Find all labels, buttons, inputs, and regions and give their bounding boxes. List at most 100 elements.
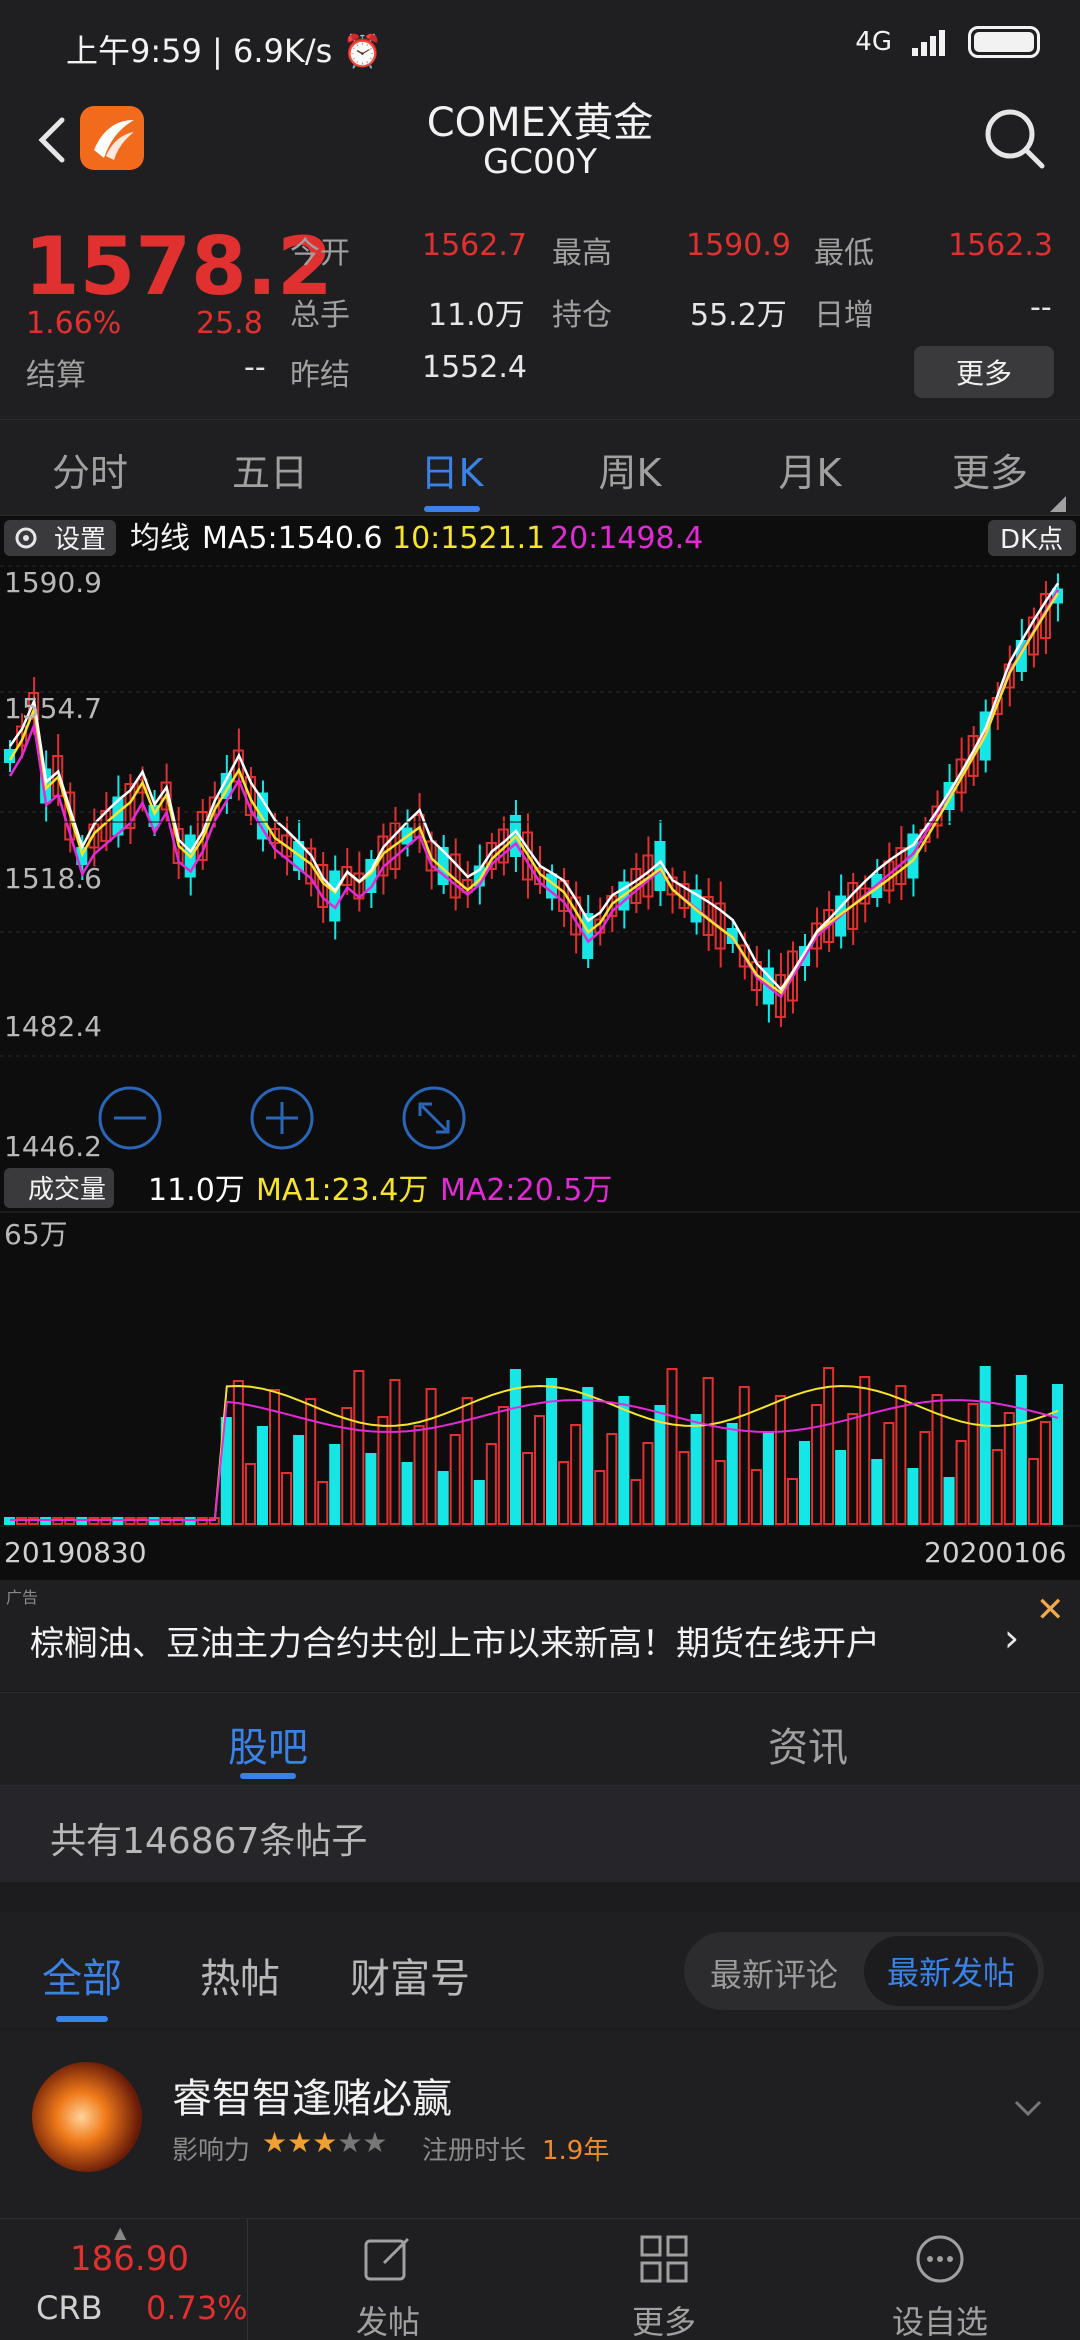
daily-increase-value: --: [1030, 290, 1052, 325]
prev-settle-label: 昨结: [290, 358, 350, 393]
ma20-value: 20:1498.4: [550, 521, 703, 556]
volume-axis-label: 65万: [4, 1218, 68, 1251]
volume-bar: [702, 1377, 714, 1525]
volume-bar: [353, 1370, 365, 1525]
volume-bar: [606, 1433, 618, 1525]
volume-bar: [521, 1452, 533, 1525]
volume-bar: [534, 1415, 546, 1525]
volume-bar: [847, 1413, 859, 1525]
sort-latest-post[interactable]: 最新发帖: [864, 1936, 1038, 2006]
volume-bar: [305, 1398, 317, 1525]
tab-five-day[interactable]: 五日: [180, 442, 360, 497]
filter-wealth[interactable]: 财富号: [350, 1946, 470, 2004]
volume-bar: [389, 1379, 401, 1525]
volume-bar: [750, 1469, 762, 1525]
volume-bar: [256, 1426, 269, 1525]
search-icon[interactable]: [980, 104, 1050, 174]
volume-bar: [714, 1460, 726, 1525]
nav-post[interactable]: 发帖: [298, 2219, 478, 2340]
low-label: 最低: [814, 236, 874, 271]
last-price: 1578.2: [24, 220, 333, 313]
avatar[interactable]: [32, 2062, 142, 2172]
nav-add-watchlist[interactable]: 设自选: [850, 2219, 1030, 2340]
quote-panel: 1578.2 1.66% 25.8 结算 -- 今开 1562.7 最高 159…: [0, 200, 1080, 420]
volume-bar: [425, 1388, 437, 1525]
tab-intraday[interactable]: 分时: [0, 442, 180, 497]
ticker-name: CRB: [36, 2289, 103, 2327]
influence-label: 影响力: [172, 2136, 251, 2166]
chevron-right-icon[interactable]: ›: [1004, 1616, 1019, 1660]
prev-settle-value: 1552.4: [422, 350, 527, 385]
tab-more[interactable]: 更多: [900, 442, 1080, 497]
kline-chart-svg: 设置 均线 MA5:1540.6 10:1521.1 20:1498.4 DK点…: [0, 520, 1080, 1569]
volume-bar: [967, 1403, 979, 1525]
ma10-value: 10:1521.1: [392, 521, 545, 556]
ticker-price: 186.90: [70, 2239, 189, 2279]
nav-post-label: 发帖: [355, 2303, 420, 2340]
fullscreen-icon[interactable]: [402, 1086, 466, 1150]
volume-bar: [497, 1406, 509, 1525]
ticker-widget[interactable]: ▲ 186.90 CRB 0.73%: [0, 2219, 248, 2340]
zoom-in-icon[interactable]: [250, 1086, 314, 1150]
volume-ma2: MA2:20.5万: [440, 1173, 612, 1208]
post-filters: 全部 热帖 财富号 最新评论 最新发帖: [0, 1912, 1080, 2028]
chevron-down-icon[interactable]: [1010, 2090, 1046, 2126]
filter-all[interactable]: 全部: [42, 1946, 122, 2004]
kline-chart[interactable]: 设置 均线 MA5:1540.6 10:1521.1 20:1498.4 DK点…: [0, 516, 1080, 1580]
volume-bar: [859, 1376, 871, 1525]
start-date: 20190830: [4, 1536, 147, 1569]
dk-label[interactable]: DK点: [1000, 525, 1063, 555]
y-label-bottom: 1446.2: [4, 1130, 102, 1163]
open-interest-label: 持仓: [552, 298, 612, 333]
dropdown-corner-icon: [1050, 496, 1066, 512]
volume-bar: [413, 1425, 425, 1525]
change-percent: 1.66%: [26, 306, 122, 341]
edit-icon: [364, 2237, 410, 2281]
volume-bar: [726, 1423, 738, 1525]
ad-text[interactable]: 棕榈油、豆油主力合约共创上市以来新高！期货在线开户: [30, 1616, 880, 1665]
ad-tag: 广告: [6, 1588, 39, 1607]
volume-label[interactable]: 成交量: [28, 1175, 106, 1205]
volume-bar: [955, 1440, 967, 1525]
volume-bar: [786, 1478, 798, 1525]
tab-stock-forum[interactable]: 股吧: [228, 1715, 308, 1773]
sort-latest-comment[interactable]: 最新评论: [710, 1950, 838, 1996]
volume-bar: [437, 1471, 449, 1525]
influence-stars: ★★★★★: [262, 2126, 388, 2159]
change-amount: 25.8: [196, 306, 263, 341]
tab-news[interactable]: 资讯: [768, 1715, 848, 1773]
volume-ma1: MA1:23.4万: [256, 1173, 428, 1208]
ma-label: 均线: [130, 521, 190, 556]
active-tab-indicator: [424, 506, 480, 512]
settings-label[interactable]: 设置: [54, 525, 106, 555]
volume-bar: [630, 1479, 642, 1525]
volume-bar: [558, 1461, 570, 1525]
zoom-out-icon[interactable]: [98, 1086, 162, 1150]
tab-monthly-k[interactable]: 月K: [720, 442, 900, 497]
volume-bar: [281, 1472, 293, 1525]
volume-label: 总手: [290, 298, 350, 333]
ad-banner[interactable]: 广告 棕榈油、豆油主力合约共创上市以来新高！期货在线开户 › ✕: [0, 1580, 1080, 1690]
end-date: 20200106: [924, 1536, 1067, 1569]
volume-bar: [341, 1407, 353, 1525]
post-username[interactable]: 睿智智逢赌必赢: [172, 2066, 452, 2124]
open-label: 今开: [290, 236, 350, 271]
settle-label: 结算: [26, 358, 86, 393]
volume-bar: [811, 1404, 823, 1525]
signal-icon: [912, 30, 945, 56]
low-value: 1562.3: [948, 228, 1053, 263]
high-label: 最高: [552, 236, 612, 271]
high-value: 1590.9: [686, 228, 791, 263]
volume-current: 11.0万: [148, 1173, 245, 1208]
post-card[interactable]: 睿智智逢赌必赢 影响力 ★★★★★ 注册时长 1.9年 目它拉升创新高: [0, 2030, 1080, 2220]
forum-tab-indicator: [240, 1773, 296, 1779]
battery-icon: [968, 26, 1040, 58]
tab-daily-k[interactable]: 日K: [362, 442, 542, 497]
filter-hot[interactable]: 热帖: [200, 1946, 280, 2004]
close-icon[interactable]: ✕: [1036, 1590, 1065, 1630]
network-type: 4G: [855, 27, 892, 57]
quote-more-button[interactable]: 更多: [914, 346, 1054, 398]
tab-weekly-k[interactable]: 周K: [540, 442, 720, 497]
daily-increase-label: 日增: [814, 298, 874, 333]
nav-more[interactable]: 更多: [574, 2219, 754, 2340]
